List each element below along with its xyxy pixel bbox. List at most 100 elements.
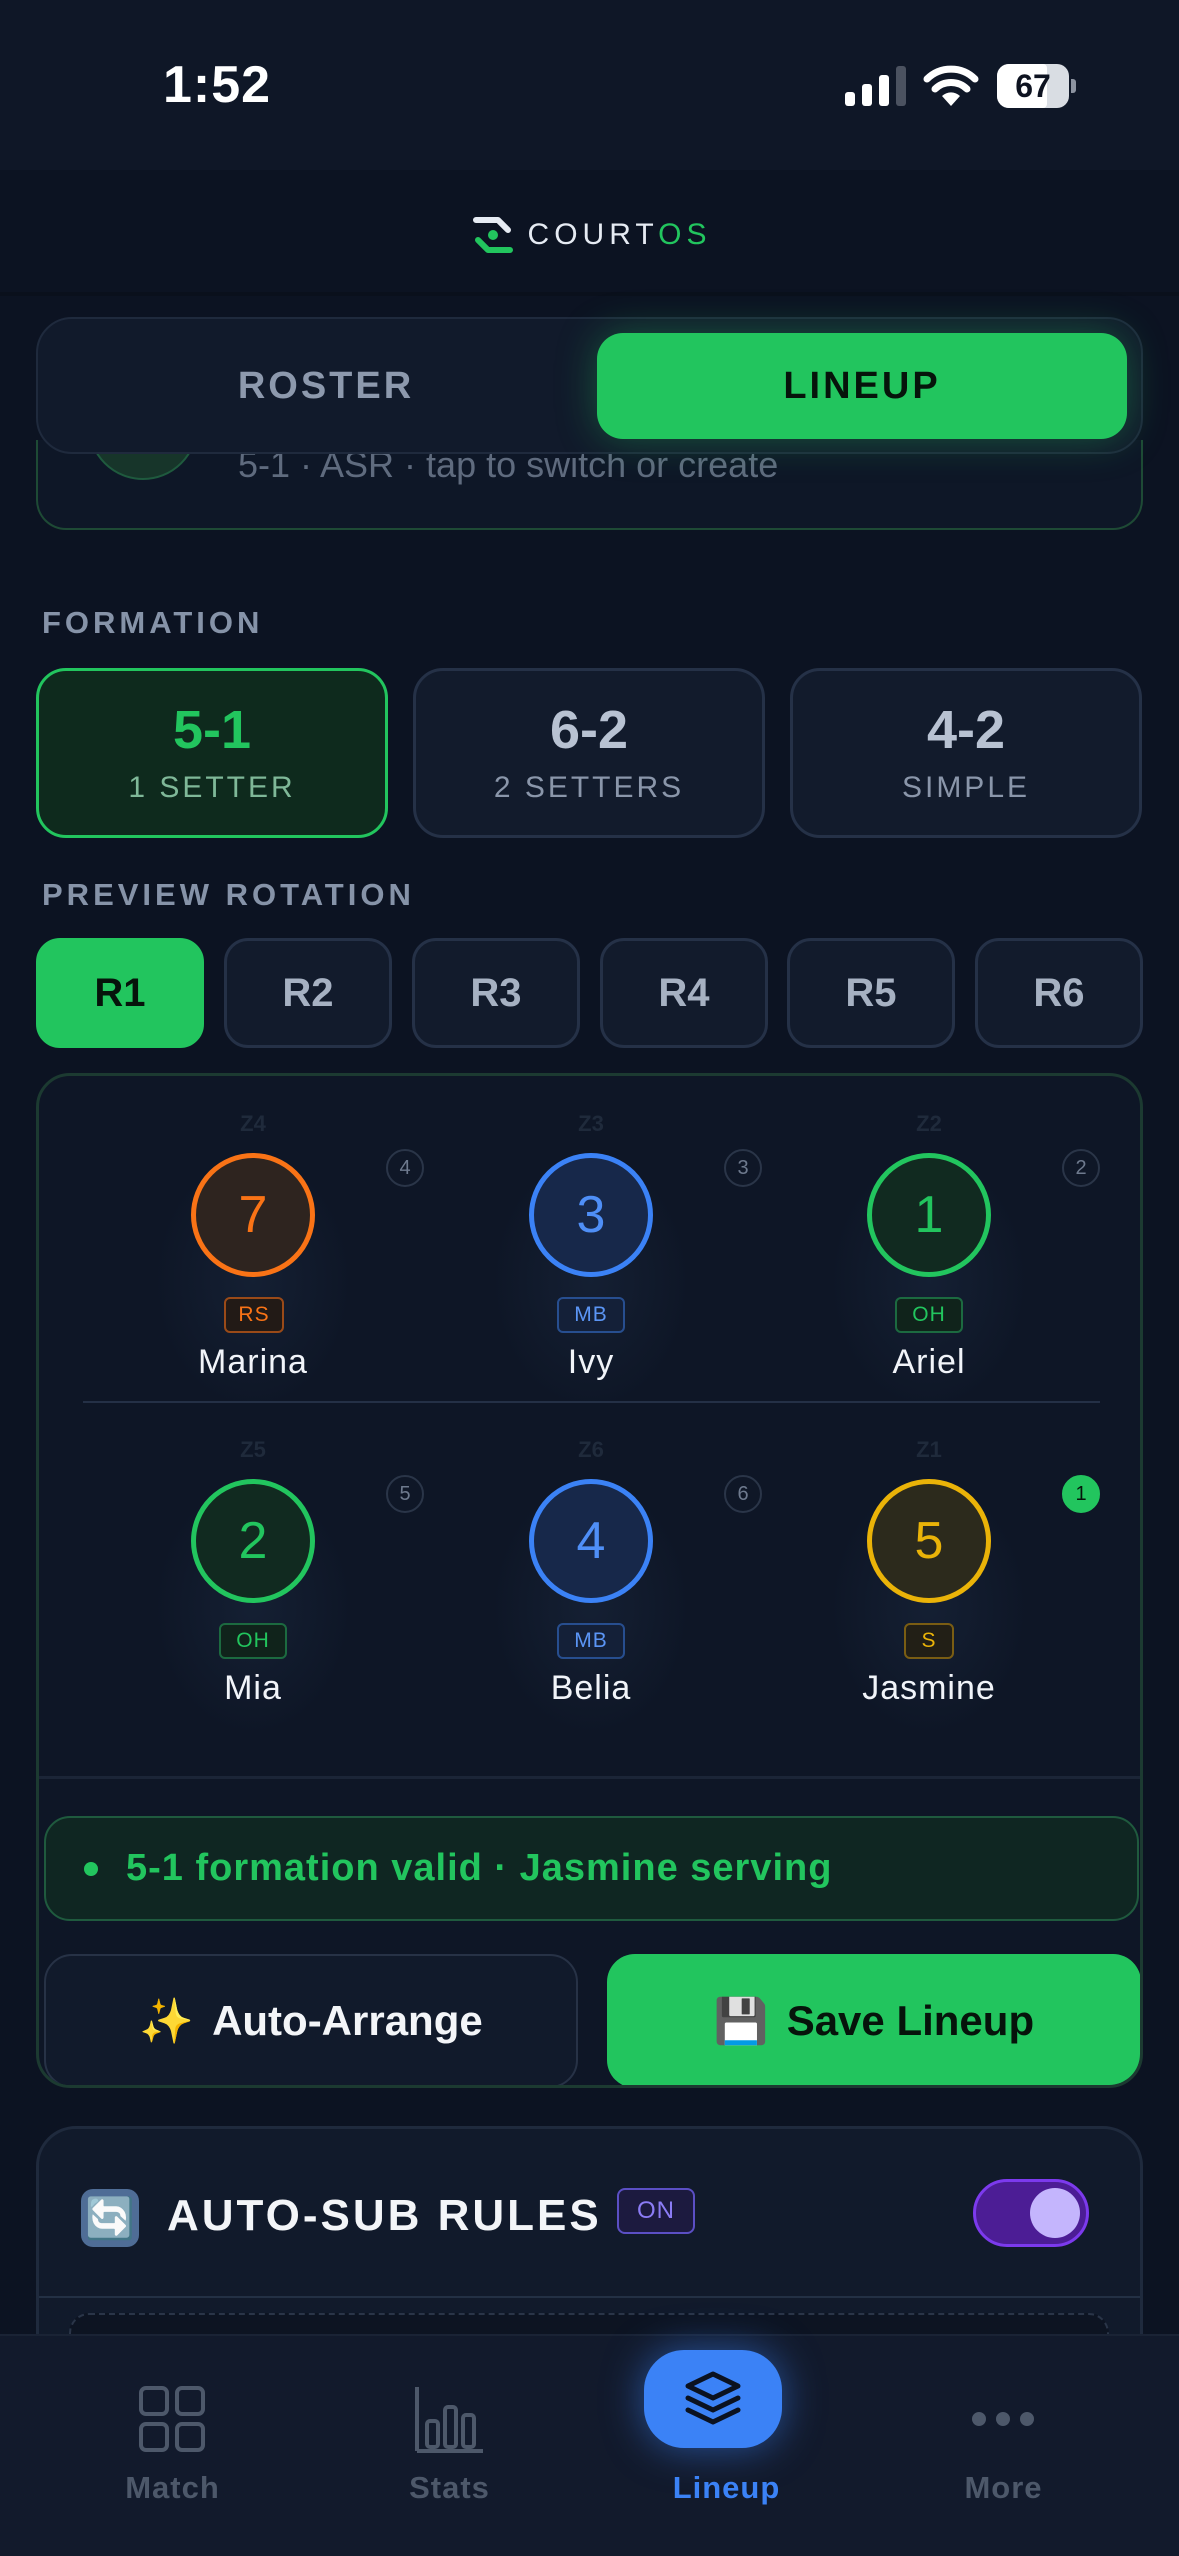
position-badge: 6 bbox=[724, 1475, 762, 1513]
player-slot-z4[interactable]: Z4 4 7 RS Marina bbox=[84, 1111, 424, 1411]
refresh-icon: 🔄 bbox=[81, 2189, 139, 2247]
net-divider bbox=[83, 1401, 1100, 1403]
grid-icon bbox=[129, 2376, 215, 2462]
zone-label: Z5 bbox=[240, 1437, 266, 1462]
nav-tab-lineup[interactable]: Lineup bbox=[579, 2336, 874, 2536]
brand-name-main: COURT bbox=[527, 218, 659, 251]
rotation-tab-r6[interactable]: R6 bbox=[975, 938, 1143, 1048]
jersey-number: 3 bbox=[529, 1153, 653, 1277]
zone-label: Z1 bbox=[916, 1437, 942, 1462]
jersey-number: 2 bbox=[191, 1479, 315, 1603]
position-badge: 4 bbox=[386, 1149, 424, 1187]
zone-label: Z2 bbox=[916, 1111, 942, 1136]
player-slot-z3[interactable]: Z3 3 3 MB Ivy bbox=[422, 1111, 762, 1411]
formation-section-label: FORMATION bbox=[42, 605, 264, 640]
formation-title: 6-2 bbox=[549, 700, 629, 761]
formation-subtitle: 1 SETTER bbox=[128, 770, 296, 804]
player-name: Marina bbox=[198, 1343, 308, 1381]
nav-tab-stats[interactable]: Stats bbox=[302, 2336, 597, 2536]
status-dot-icon bbox=[84, 1861, 98, 1876]
player-slot-z2[interactable]: Z2 2 1 OH Ariel bbox=[760, 1111, 1100, 1411]
formation-status-text: 5-1 formation valid · Jasmine serving bbox=[126, 1847, 833, 1889]
position-badge: 2 bbox=[1062, 1149, 1100, 1187]
app-screen: 1:52 67 COURTOS 5-1 · ASR · tap to switc… bbox=[0, 0, 1179, 2556]
brand-name-accent: OS bbox=[658, 218, 712, 251]
role-tag: RS bbox=[224, 1297, 284, 1333]
player-slot-z1[interactable]: Z1 1 5 S Jasmine bbox=[760, 1437, 1100, 1737]
more-dots-icon bbox=[960, 2376, 1046, 2462]
app-header: COURTOS bbox=[0, 200, 1179, 270]
auto-arrange-label: Auto-Arrange bbox=[212, 1997, 483, 2044]
nav-tab-more[interactable]: More bbox=[856, 2336, 1151, 2536]
tab-roster[interactable]: ROSTER bbox=[56, 333, 596, 439]
rotation-tab-r3[interactable]: R3 bbox=[412, 938, 580, 1048]
player-name: Ariel bbox=[892, 1343, 966, 1381]
roster-lineup-segmented-control: ROSTER LINEUP bbox=[36, 317, 1143, 454]
zone-label: Z3 bbox=[578, 1111, 604, 1136]
zone-label: Z6 bbox=[578, 1437, 604, 1462]
formation-title: 4-2 bbox=[926, 700, 1006, 761]
auto-sub-divider bbox=[39, 2296, 1140, 2298]
player-name: Jasmine bbox=[862, 1669, 996, 1707]
role-tag: OH bbox=[219, 1623, 287, 1659]
serving-position-badge: 1 bbox=[1062, 1475, 1100, 1513]
auto-sub-title: AUTO-SUB RULES bbox=[167, 2191, 602, 2240]
nav-label: More bbox=[964, 2470, 1043, 2505]
wifi-icon bbox=[923, 65, 979, 106]
courtos-logo-icon bbox=[472, 217, 513, 253]
formation-status-banner: 5-1 formation valid · Jasmine serving bbox=[44, 1816, 1139, 1921]
sparkles-icon: ✨ bbox=[139, 1997, 195, 2046]
rotation-section-label: PREVIEW ROTATION bbox=[42, 877, 415, 912]
auto-arrange-button[interactable]: ✨ Auto-Arrange bbox=[44, 1954, 578, 2085]
rotation-tab-r5[interactable]: R5 bbox=[787, 938, 955, 1048]
nav-tab-match[interactable]: Match bbox=[25, 2336, 320, 2536]
formation-option-5-1[interactable]: 5-1 1 SETTER bbox=[36, 668, 388, 838]
auto-sub-status-badge: ON bbox=[617, 2188, 695, 2234]
role-tag: MB bbox=[557, 1297, 625, 1333]
nav-label: Lineup bbox=[672, 2470, 781, 2505]
role-tag: OH bbox=[895, 1297, 963, 1333]
nav-label: Stats bbox=[409, 2470, 490, 2505]
layers-icon bbox=[644, 2350, 782, 2448]
court-preview-card: Z4 4 7 RS Marina Z3 3 3 MB Ivy Z2 2 1 OH… bbox=[36, 1073, 1143, 2088]
status-bar: 1:52 67 bbox=[0, 0, 1179, 170]
auto-sub-toggle[interactable] bbox=[973, 2179, 1089, 2247]
bar-chart-icon bbox=[406, 2376, 492, 2462]
player-name: Mia bbox=[224, 1669, 282, 1707]
player-name: Ivy bbox=[567, 1343, 615, 1381]
battery-icon: 67 bbox=[997, 64, 1076, 108]
toggle-knob bbox=[1030, 2188, 1080, 2238]
save-lineup-button[interactable]: 💾 Save Lineup bbox=[607, 1954, 1140, 2085]
player-slot-z6[interactable]: Z6 6 4 MB Belia bbox=[422, 1437, 762, 1737]
rotation-tab-r4[interactable]: R4 bbox=[600, 938, 768, 1048]
tab-lineup[interactable]: LINEUP bbox=[597, 333, 1127, 439]
formation-option-4-2[interactable]: 4-2 SIMPLE bbox=[790, 668, 1142, 838]
formation-subtitle: SIMPLE bbox=[901, 770, 1031, 804]
position-badge: 5 bbox=[386, 1475, 424, 1513]
rotation-tab-r1[interactable]: R1 bbox=[36, 938, 204, 1048]
jersey-number: 5 bbox=[867, 1479, 991, 1603]
jersey-number: 4 bbox=[529, 1479, 653, 1603]
header-divider bbox=[0, 292, 1179, 296]
battery-level-text: 67 bbox=[1015, 68, 1051, 104]
player-name: Belia bbox=[550, 1669, 632, 1707]
position-badge: 3 bbox=[724, 1149, 762, 1187]
brand-name: COURTOS bbox=[528, 218, 712, 252]
bottom-tab-bar: Match Stats Lineup More bbox=[0, 2334, 1179, 2556]
floppy-disk-icon: 💾 bbox=[713, 1997, 769, 2046]
role-tag: MB bbox=[557, 1623, 625, 1659]
save-lineup-label: Save Lineup bbox=[786, 1997, 1035, 2044]
formation-subtitle: 2 SETTERS bbox=[493, 770, 685, 804]
role-tag: S bbox=[904, 1623, 954, 1659]
cellular-signal-icon bbox=[845, 66, 906, 106]
rotation-tab-r2[interactable]: R2 bbox=[224, 938, 392, 1048]
player-slot-z5[interactable]: Z5 5 2 OH Mia bbox=[84, 1437, 424, 1737]
formation-title: 5-1 bbox=[172, 700, 252, 761]
status-time: 1:52 bbox=[163, 56, 272, 114]
nav-label: Match bbox=[125, 2470, 220, 2505]
court-baseline bbox=[39, 1776, 1140, 1779]
jersey-number: 7 bbox=[191, 1153, 315, 1277]
zone-label: Z4 bbox=[240, 1111, 266, 1136]
formation-option-6-2[interactable]: 6-2 2 SETTERS bbox=[413, 668, 765, 838]
jersey-number: 1 bbox=[867, 1153, 991, 1277]
